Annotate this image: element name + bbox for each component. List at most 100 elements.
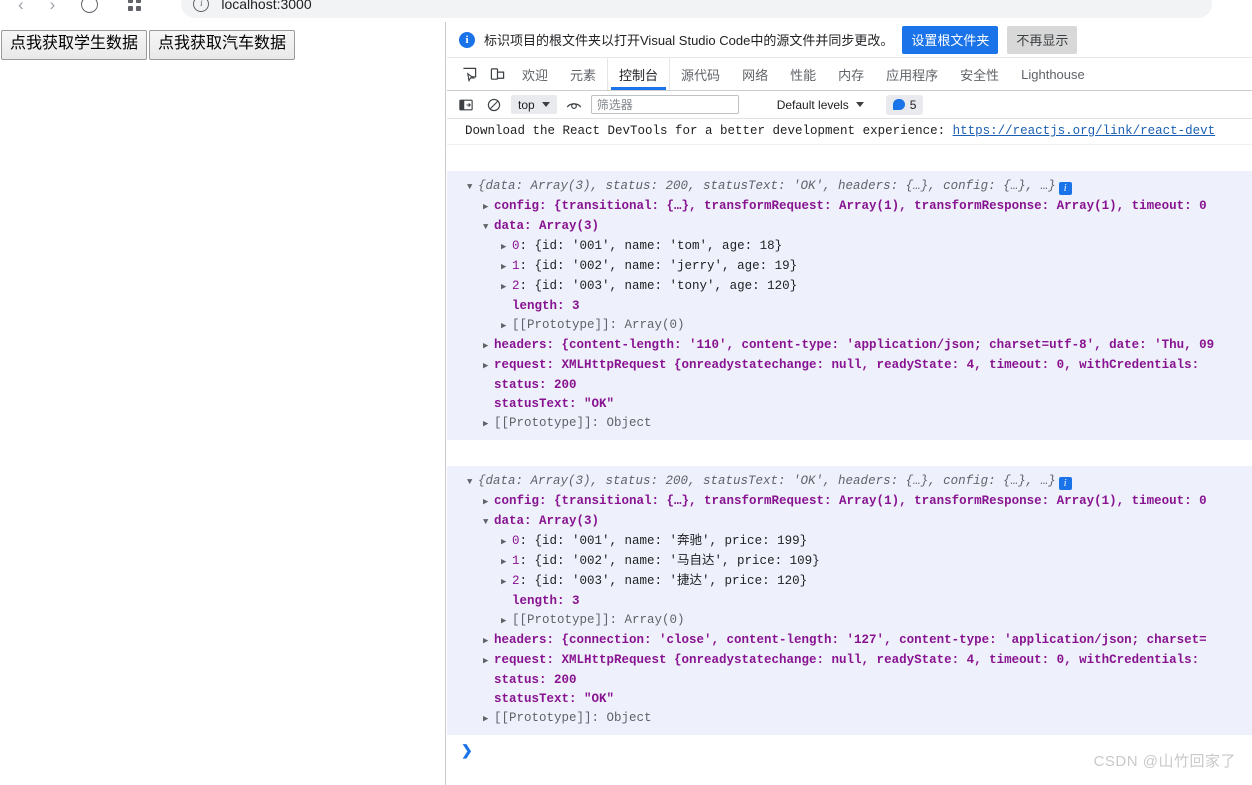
log-data-label: data: Array(3) [494, 514, 600, 528]
console-log-entry[interactable]: {data: Array(3), status: 200, statusText… [447, 466, 1252, 735]
info-chip-icon[interactable]: i [1058, 182, 1072, 195]
disclosure-triangle-icon[interactable] [501, 238, 511, 257]
tab-label: 控制台 [619, 67, 659, 83]
address-bar-url: localhost:3000 [221, 0, 312, 12]
devtools-tabbar: 欢迎 元素 控制台 源代码 网络 性能 内存 应用程序 安全性 Lighthou… [447, 58, 1252, 91]
disclosure-triangle-icon[interactable] [501, 533, 511, 552]
device-toolbar-icon[interactable] [483, 58, 511, 90]
disclosure-triangle-icon[interactable] [483, 493, 493, 512]
disclosure-triangle-icon[interactable] [483, 652, 493, 671]
log-array-item[interactable]: 2: {id: '003', name: '捷达', price: 120} [447, 572, 1252, 592]
disclosure-triangle-icon[interactable] [501, 573, 511, 592]
console-output[interactable]: Download the React DevTools for a better… [447, 119, 1252, 785]
log-config-row[interactable]: config: {transitional: {…}, transformReq… [447, 197, 1252, 217]
disclosure-triangle-icon[interactable] [483, 357, 493, 376]
log-headers-text: headers: {connection: 'close', content-l… [494, 633, 1207, 647]
address-bar[interactable]: i localhost:3000 [181, 0, 1212, 18]
reload-icon[interactable] [81, 0, 99, 13]
log-headers-row[interactable]: headers: {content-length: '110', content… [447, 336, 1252, 356]
disclosure-triangle-icon[interactable] [483, 415, 493, 434]
array-item-body: {id: '003', name: '捷达', price: 120} [534, 574, 808, 588]
tab-console[interactable]: 控制台 [607, 58, 671, 90]
log-array-item[interactable]: 2: {id: '003', name: 'tony', age: 120} [447, 277, 1252, 297]
disclosure-triangle-icon[interactable] [483, 218, 493, 237]
console-log-entry[interactable]: {data: Array(3), status: 200, statusText… [447, 171, 1252, 440]
console-message-react-notice: Download the React DevTools for a better… [447, 119, 1252, 145]
log-data-row[interactable]: data: Array(3) [447, 217, 1252, 237]
log-object-prototype-row[interactable]: [[Prototype]]: Object [447, 709, 1252, 729]
info-chip-icon[interactable]: i [1058, 477, 1072, 490]
log-length-text: length: 3 [512, 594, 580, 608]
clear-console-icon[interactable] [483, 94, 505, 116]
tab-memory[interactable]: 内存 [827, 58, 875, 90]
execution-context-selector[interactable]: top [511, 95, 557, 114]
disclosure-triangle-icon[interactable] [483, 337, 493, 356]
fetch-student-data-button[interactable]: 点我获取学生数据 [1, 30, 148, 60]
console-input-row[interactable]: ❯ [447, 735, 1252, 766]
log-data-row[interactable]: data: Array(3) [447, 512, 1252, 532]
log-headers-row[interactable]: headers: {connection: 'close', content-l… [447, 631, 1252, 651]
log-config-row[interactable]: config: {transitional: {…}, transformReq… [447, 492, 1252, 512]
react-devtools-link[interactable]: https://reactjs.org/link/react-devt [953, 124, 1216, 138]
tab-application[interactable]: 应用程序 [875, 58, 949, 90]
react-notice-text: Download the React DevTools for a better… [465, 124, 953, 138]
log-status-text: status: 200 [494, 673, 577, 687]
log-levels-selector[interactable]: Default levels [773, 98, 868, 112]
tab-security[interactable]: 安全性 [949, 58, 1010, 90]
tab-label: 源代码 [681, 67, 721, 83]
log-array-item[interactable]: 1: {id: '002', name: 'jerry', age: 19} [447, 257, 1252, 277]
disclosure-triangle-icon[interactable] [483, 513, 493, 532]
apps-grid-icon[interactable] [128, 0, 142, 11]
array-index: 0 [512, 239, 520, 253]
back-icon[interactable]: ‹ [18, 0, 24, 13]
workspace-banner: i 标识项目的根文件夹以打开Visual Studio Code中的源文件并同步… [447, 22, 1252, 58]
tab-sources[interactable]: 源代码 [670, 58, 731, 90]
array-index: 2 [512, 279, 520, 293]
disclosure-triangle-icon[interactable] [501, 553, 511, 572]
log-array-item[interactable]: 0: {id: '001', name: 'tom', age: 18} [447, 237, 1252, 257]
console-sidebar-icon[interactable] [455, 94, 477, 116]
log-array-prototype-row[interactable]: [[Prototype]]: Array(0) [447, 316, 1252, 336]
page-button-group: 点我获取学生数据 点我获取汽车数据 [0, 22, 445, 60]
tab-performance[interactable]: 性能 [779, 58, 827, 90]
log-preview-row[interactable]: {data: Array(3), status: 200, statusText… [447, 177, 1252, 197]
disclosure-triangle-icon[interactable] [501, 258, 511, 277]
log-config-text: config: {transitional: {…}, transformReq… [494, 494, 1207, 508]
set-root-folder-button[interactable]: 设置根文件夹 [902, 25, 999, 54]
log-array-item[interactable]: 0: {id: '001', name: '奔驰', price: 199} [447, 532, 1252, 552]
site-info-icon[interactable]: i [193, 0, 210, 12]
dont-show-again-button[interactable]: 不再显示 [1007, 25, 1078, 54]
log-status-row: status: 200 [447, 376, 1252, 395]
disclosure-triangle-icon[interactable] [483, 632, 493, 651]
tab-welcome[interactable]: 欢迎 [511, 58, 559, 90]
tab-network[interactable]: 网络 [731, 58, 779, 90]
message-count-badge[interactable]: 5 [885, 94, 924, 115]
log-request-row[interactable]: request: XMLHttpRequest {onreadystatecha… [447, 651, 1252, 671]
log-array-prototype-row[interactable]: [[Prototype]]: Array(0) [447, 611, 1252, 631]
live-expression-eye-icon[interactable] [563, 94, 585, 116]
disclosure-triangle-icon[interactable] [501, 278, 511, 297]
disclosure-triangle-icon[interactable] [483, 198, 493, 217]
console-filter-input[interactable] [590, 95, 739, 114]
log-config-text: config: {transitional: {…}, transformReq… [494, 199, 1207, 213]
tab-lighthouse[interactable]: Lighthouse [1010, 58, 1096, 90]
disclosure-triangle-icon[interactable] [501, 612, 511, 631]
array-prototype-text: [[Prototype]]: Array(0) [512, 318, 685, 332]
disclosure-triangle-icon[interactable] [483, 710, 493, 729]
inspect-element-icon[interactable] [455, 58, 483, 90]
log-array-item[interactable]: 1: {id: '002', name: '马自达', price: 109} [447, 552, 1252, 572]
tab-elements[interactable]: 元素 [559, 58, 607, 90]
log-preview-row[interactable]: {data: Array(3), status: 200, statusText… [447, 472, 1252, 492]
disclosure-triangle-icon[interactable] [467, 473, 477, 492]
disclosure-triangle-icon[interactable] [467, 178, 477, 197]
log-status-text-value: statusText: "OK" [494, 692, 615, 706]
forward-icon[interactable]: › [50, 0, 56, 13]
fetch-car-data-button[interactable]: 点我获取汽车数据 [149, 30, 296, 60]
log-request-row[interactable]: request: XMLHttpRequest {onreadystatecha… [447, 356, 1252, 376]
execution-context-label: top [518, 97, 535, 112]
message-bubble-icon [892, 99, 905, 110]
disclosure-triangle-icon[interactable] [501, 317, 511, 336]
log-length-row: length: 3 [447, 592, 1252, 611]
log-object-prototype-row[interactable]: [[Prototype]]: Object [447, 414, 1252, 434]
browser-chrome: ‹ › i localhost:3000 [0, 0, 1252, 22]
